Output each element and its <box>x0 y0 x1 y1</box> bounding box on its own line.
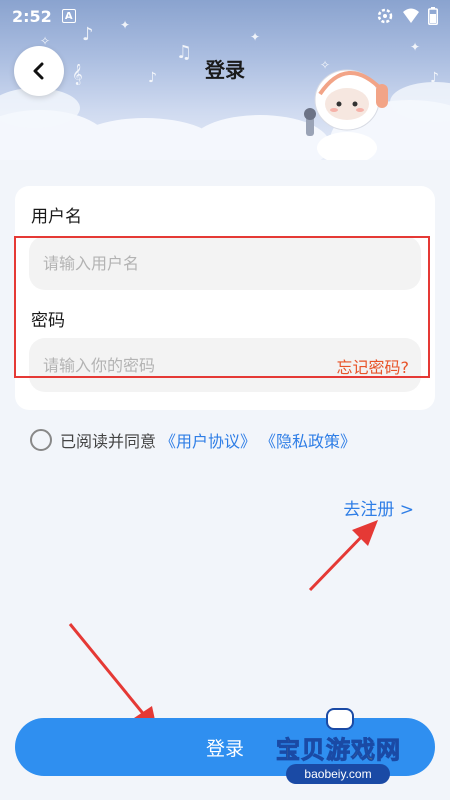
wifi-icon <box>403 8 419 23</box>
sparkle-icon: ✦ <box>410 40 421 54</box>
login-button[interactable]: 登录 <box>15 718 435 776</box>
user-agreement-link[interactable]: 《用户协议》 <box>160 428 256 452</box>
settings-icon <box>377 8 393 24</box>
page-title: 登录 <box>205 58 245 82</box>
privacy-policy-link[interactable]: 《隐私政策》 <box>260 428 356 452</box>
battery-icon <box>428 7 438 25</box>
register-link[interactable]: 去注册 > <box>343 495 414 520</box>
username-input[interactable] <box>29 236 421 290</box>
sparkle-icon: ✦ <box>250 30 261 44</box>
arrow-to-register-icon <box>308 520 378 592</box>
agreement-row: 已阅读并同意 《用户协议》 《隐私政策》 <box>30 428 356 452</box>
status-bar: 2:52 A <box>0 0 450 32</box>
password-label: 密码 <box>31 311 65 331</box>
agreement-checkbox[interactable] <box>30 429 52 451</box>
login-form-card: 用户名 密码 忘记密码? <box>15 186 435 410</box>
username-label: 用户名 <box>31 207 82 227</box>
agreement-text: 已阅读并同意 <box>60 432 157 451</box>
app-notification-icon: A <box>61 9 76 23</box>
forgot-password-link[interactable]: 忘记密码? <box>337 354 410 378</box>
status-icons <box>376 7 438 25</box>
status-time: 2:52 <box>12 6 52 26</box>
